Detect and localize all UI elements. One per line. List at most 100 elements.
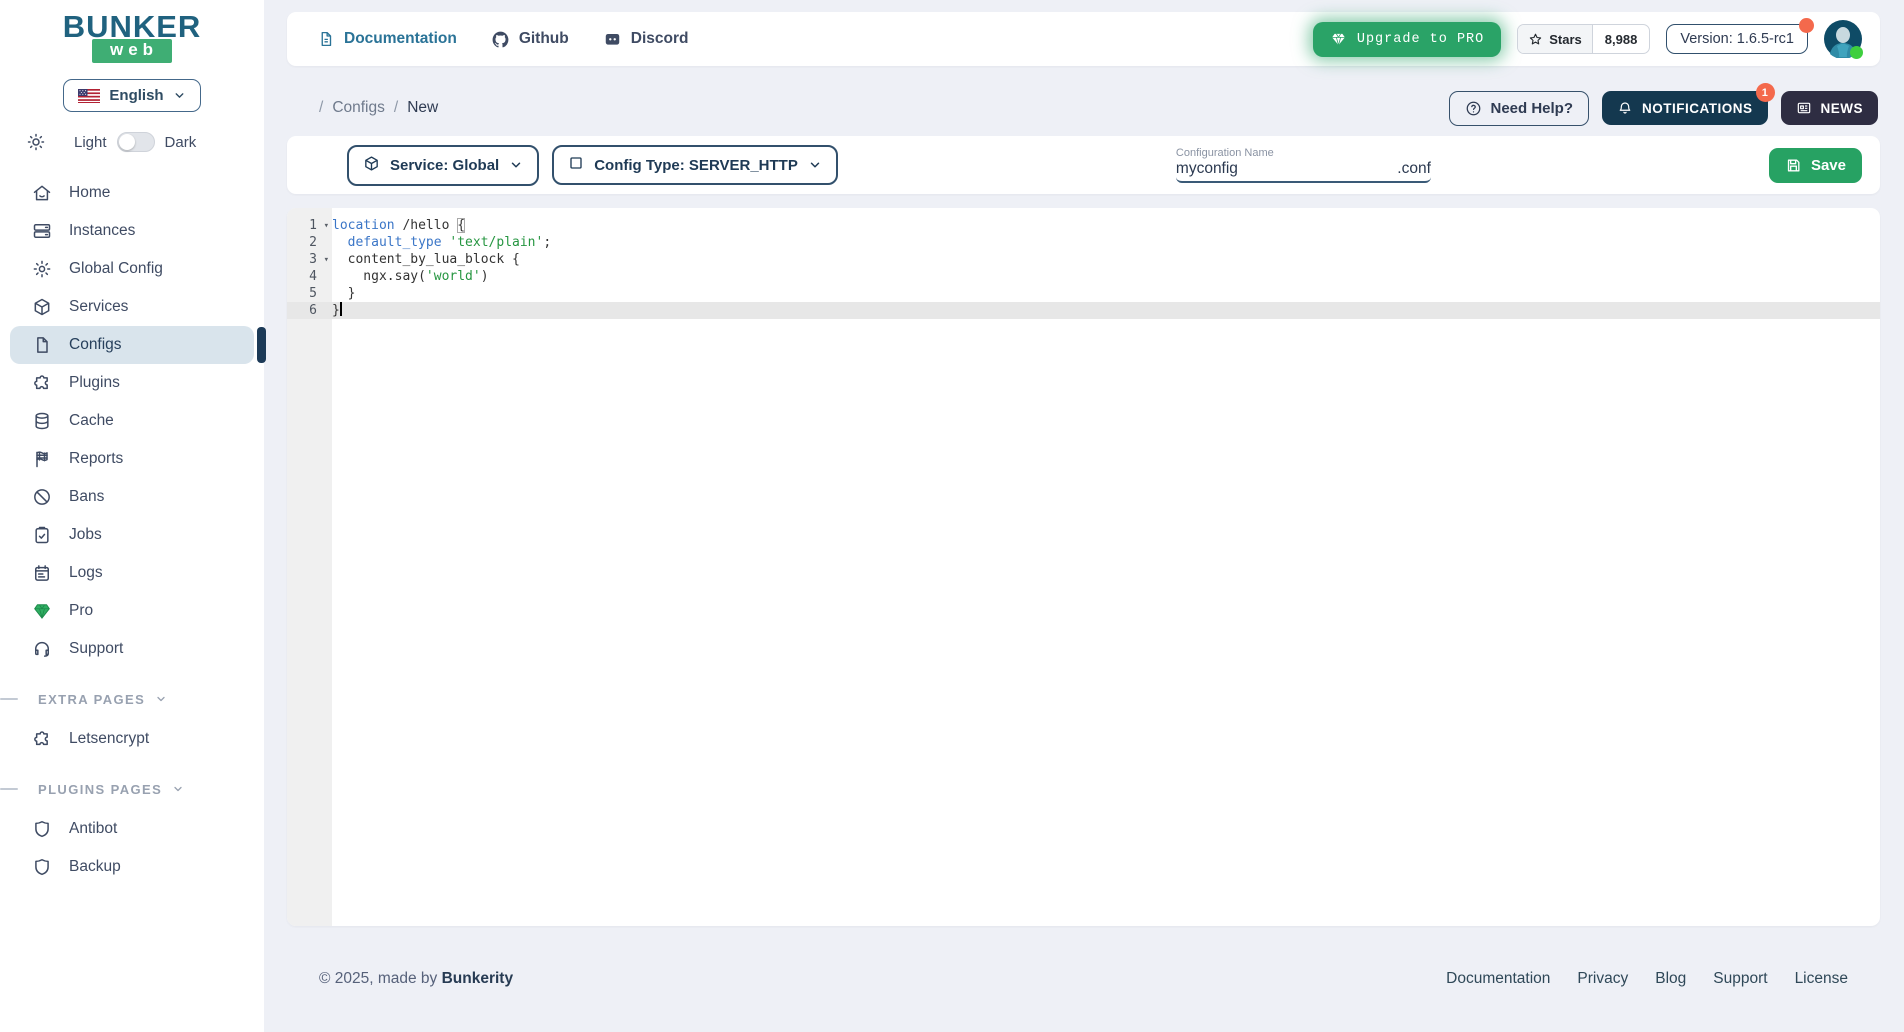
sidebar-item-reports[interactable]: Reports xyxy=(10,440,254,478)
editor-line[interactable]: 5 } xyxy=(287,285,1880,302)
usa-flag-icon xyxy=(78,89,100,103)
sidebar-item-letsencrypt[interactable]: Letsencrypt xyxy=(10,720,254,758)
avatar[interactable] xyxy=(1824,20,1862,58)
editor-line[interactable]: 2 default_type 'text/plain'; xyxy=(287,234,1880,251)
sidebar-item-instances[interactable]: Instances xyxy=(10,212,254,250)
ban-icon xyxy=(32,487,52,507)
logo-title: BUNKER xyxy=(0,12,264,42)
editor-line[interactable]: 3▾ content_by_lua_block { xyxy=(287,251,1880,268)
sidebar-item-configs[interactable]: Configs xyxy=(10,326,254,364)
sidebar-item-support[interactable]: Support xyxy=(10,630,254,668)
sidebar-item-label: Support xyxy=(69,640,123,658)
server-icon xyxy=(32,221,52,241)
sidebar-item-label: Antibot xyxy=(69,820,117,838)
top-header: Documentation Github Discord Upgrade to PR… xyxy=(287,12,1880,66)
line-number: 6 xyxy=(287,302,332,319)
theme-toggle[interactable] xyxy=(117,132,155,152)
sidebar-item-global-config[interactable]: Global Config xyxy=(10,250,254,288)
bunkerweb-logo[interactable]: BUNKER web xyxy=(0,12,264,63)
puzzle-icon xyxy=(32,729,52,749)
copyright-text: © 2025, made by xyxy=(319,970,442,987)
sidebar-item-bans[interactable]: Bans xyxy=(10,478,254,516)
header-link-documentation[interactable]: Documentation xyxy=(317,30,457,48)
header-link-discord[interactable]: Discord xyxy=(603,30,689,49)
editor-lines: 1▾location /hello {2 default_type 'text/… xyxy=(287,217,1880,319)
code-token: ngx.say( xyxy=(332,269,426,284)
notifications-button[interactable]: NOTIFICATIONS 1 xyxy=(1602,91,1768,125)
sidebar-item-backup[interactable]: Backup xyxy=(10,848,254,886)
gear-icon xyxy=(32,259,52,279)
line-number: 4 xyxy=(287,268,332,285)
need-help-button[interactable]: Need Help? xyxy=(1449,91,1589,126)
calendar-icon xyxy=(32,563,52,583)
editor-line[interactable]: 4 ngx.say('world') xyxy=(287,268,1880,285)
code-text: } xyxy=(332,285,355,302)
cube-icon xyxy=(32,297,52,317)
sidebar-section-extra-pages[interactable]: EXTRA PAGES xyxy=(0,680,264,718)
footer-link[interactable]: Privacy xyxy=(1577,970,1628,988)
code-editor[interactable]: 1▾location /hello {2 default_type 'text/… xyxy=(287,208,1880,926)
footer-link[interactable]: Support xyxy=(1713,970,1767,988)
online-status-dot xyxy=(1850,46,1863,59)
footer-link[interactable]: Documentation xyxy=(1446,970,1550,988)
service-dropdown-label: Service: Global xyxy=(390,157,499,174)
editor-line[interactable]: 1▾location /hello { xyxy=(287,217,1880,234)
sidebar-item-cache[interactable]: Cache xyxy=(10,402,254,440)
sidebar-item-label: Home xyxy=(69,184,110,202)
sidebar-item-jobs[interactable]: Jobs xyxy=(10,516,254,554)
breadcrumb-item[interactable]: Configs xyxy=(332,99,385,117)
sidebar-item-label: Plugins xyxy=(69,374,120,392)
fold-caret-icon[interactable]: ▾ xyxy=(324,252,329,269)
config-type-dropdown[interactable]: Config Type: SERVER_HTTP xyxy=(552,145,838,185)
flag-icon xyxy=(32,449,52,469)
save-button[interactable]: Save xyxy=(1769,148,1862,183)
theme-dark-label: Dark xyxy=(165,134,197,151)
sidebar-section-plugins-pages[interactable]: PLUGINS PAGES xyxy=(0,770,264,808)
code-token: } xyxy=(332,303,340,318)
line-number-text: 4 xyxy=(309,269,317,284)
sidebar-item-services[interactable]: Services xyxy=(10,288,254,326)
footer-link[interactable]: License xyxy=(1795,970,1848,988)
breadcrumb-separator: / xyxy=(319,99,323,117)
code-text: content_by_lua_block { xyxy=(332,251,520,268)
fold-caret-icon[interactable]: ▾ xyxy=(324,218,329,235)
sidebar-item-antibot[interactable]: Antibot xyxy=(10,810,254,848)
footer-link[interactable]: Blog xyxy=(1655,970,1686,988)
notifications-badge: 1 xyxy=(1756,83,1775,102)
code-token: 'text/plain' xyxy=(449,235,543,250)
puzzle-icon xyxy=(32,373,52,393)
sidebar-item-pro[interactable]: Pro xyxy=(10,592,254,630)
sidebar-item-label: Cache xyxy=(69,412,114,430)
clipboard-check-icon xyxy=(32,525,52,545)
code-text: ngx.say('world') xyxy=(332,268,489,285)
editor-line[interactable]: 6} xyxy=(287,302,1880,319)
header-right: Upgrade to PRO Stars 8,988 Version: 1.6.… xyxy=(1313,20,1862,58)
service-dropdown[interactable]: Service: Global xyxy=(347,145,539,186)
sidebar-item-label: Jobs xyxy=(69,526,102,544)
sidebar-item-home[interactable]: Home xyxy=(10,174,254,212)
header-link-label: Github xyxy=(519,30,569,48)
sidebar-item-logs[interactable]: Logs xyxy=(10,554,254,592)
header-link-github[interactable]: Github xyxy=(491,30,569,49)
line-number: 5 xyxy=(287,285,332,302)
need-help-label: Need Help? xyxy=(1490,100,1573,117)
line-number: 1▾ xyxy=(287,217,332,234)
sidebar-item-label: Backup xyxy=(69,858,121,876)
code-token: location xyxy=(332,218,395,233)
header-link-label: Documentation xyxy=(344,30,457,48)
language-selector[interactable]: English xyxy=(63,79,200,112)
configuration-name-label: Configuration Name xyxy=(1176,147,1431,159)
upgrade-pro-button[interactable]: Upgrade to PRO xyxy=(1313,22,1501,57)
news-button[interactable]: NEWS xyxy=(1781,91,1879,125)
upgrade-label: Upgrade to PRO xyxy=(1357,32,1484,47)
text-cursor xyxy=(340,302,342,316)
code-token: 'world' xyxy=(426,269,481,284)
github-stars-badge[interactable]: Stars 8,988 xyxy=(1517,24,1650,54)
footer-brand-link[interactable]: Bunkerity xyxy=(442,970,514,987)
version-badge[interactable]: Version: 1.6.5-rc1 xyxy=(1666,24,1808,54)
newspaper-icon xyxy=(1796,100,1812,116)
bell-icon xyxy=(1617,100,1633,116)
sidebar-item-plugins[interactable]: Plugins xyxy=(10,364,254,402)
configuration-name-input[interactable] xyxy=(1176,160,1397,178)
header-link-label: Discord xyxy=(631,30,689,48)
